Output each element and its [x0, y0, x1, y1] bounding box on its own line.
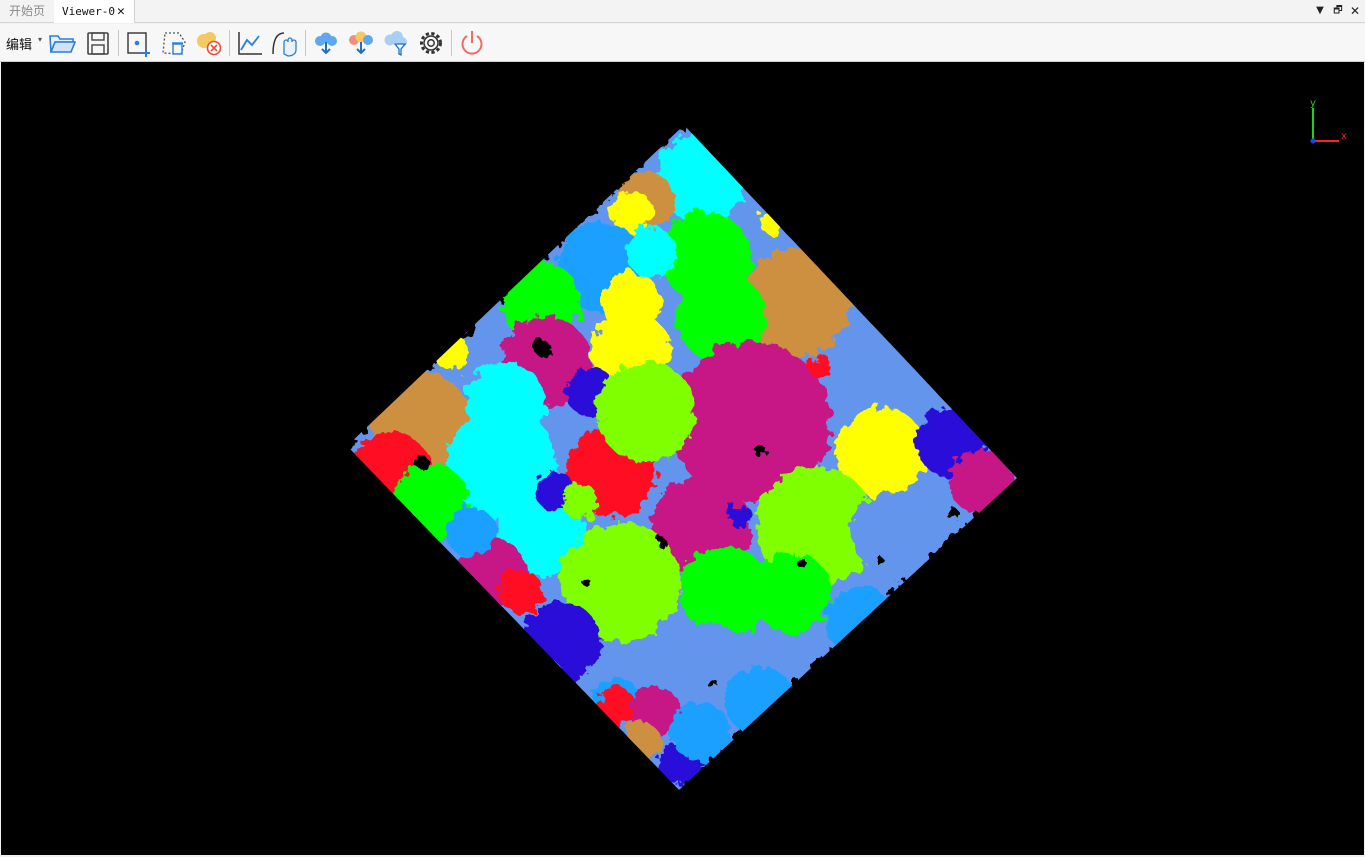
segmented-point-cloud — [347, 125, 1017, 790]
save-icon[interactable] — [83, 28, 113, 58]
cloud-gap — [414, 455, 428, 469]
point-cloud-viewport[interactable]: y x — [1, 62, 1364, 855]
cloud-segment — [809, 355, 833, 379]
toolbar: 编辑 ▾ — [0, 24, 1365, 62]
tab-viewer-label: Viewer-0 — [62, 5, 115, 18]
cloud-gap — [877, 558, 885, 566]
tab-bar: 开始页 Viewer-0 ✕ ▼ 🗗 ✕ — [0, 0, 1365, 23]
cloud-gap — [582, 578, 590, 586]
cloud-remove-icon[interactable] — [194, 28, 224, 58]
cloud-segment — [499, 570, 543, 614]
tab-start-page[interactable]: 开始页 — [0, 0, 54, 23]
restore-window-icon[interactable]: 🗗 — [1330, 3, 1346, 19]
toolbar-separator — [229, 30, 230, 56]
axis-indicator: y x — [1310, 98, 1347, 144]
cloud-segment — [851, 492, 931, 572]
cloud-gap — [533, 339, 549, 355]
cloud-gap — [755, 446, 767, 458]
add-point-icon[interactable] — [124, 28, 154, 58]
cloud-segment — [826, 587, 896, 657]
cloud-segment — [751, 552, 831, 632]
toolbar-separator — [305, 30, 306, 56]
cloud-gap — [945, 506, 957, 518]
cloud-segment — [626, 227, 676, 277]
power-icon[interactable] — [457, 28, 487, 58]
edit-menu[interactable]: 编辑 — [6, 34, 32, 53]
cloud-segment — [621, 722, 661, 762]
cloud-gap — [656, 537, 666, 547]
folder-open-icon[interactable] — [47, 28, 77, 58]
toolbar-separator — [118, 30, 119, 56]
cloud-segment — [446, 507, 496, 557]
cloud-segment — [726, 667, 796, 737]
toolbar-separator — [451, 30, 452, 56]
cloud-multi-icon[interactable] — [346, 28, 376, 58]
tab-close-icon[interactable]: ✕ — [117, 0, 125, 23]
cloud-gap — [706, 677, 716, 687]
cloud-segment — [596, 362, 696, 462]
tab-list-dropdown-icon[interactable]: ▼ — [1312, 3, 1328, 19]
edit-menu-dropdown-icon[interactable]: ▾ — [38, 35, 42, 44]
line-chart-icon[interactable] — [235, 28, 265, 58]
y-axis-label: y — [1310, 98, 1316, 109]
cloud-gap — [796, 557, 806, 567]
tab-viewer[interactable]: Viewer-0 ✕ — [54, 0, 135, 23]
cloud-segment — [433, 334, 469, 370]
gear-icon[interactable] — [416, 28, 446, 58]
hand-curve-icon[interactable] — [270, 28, 300, 58]
cloud-segment — [596, 687, 636, 727]
z-axis-dot — [1310, 138, 1316, 144]
delete-region-icon[interactable] — [159, 28, 189, 58]
cloud-segment — [759, 210, 783, 234]
cloud-segment — [671, 702, 731, 762]
cloud-segment — [729, 505, 753, 529]
cloud-filter-icon[interactable] — [381, 28, 411, 58]
cloud-down-icon[interactable] — [311, 28, 341, 58]
cloud-segment — [521, 602, 601, 682]
cloud-segment — [949, 450, 1013, 514]
cloud-segment — [563, 484, 599, 520]
cloud-segment — [516, 657, 566, 707]
x-axis-label: x — [1341, 131, 1347, 142]
close-window-icon[interactable]: ✕ — [1347, 3, 1363, 19]
